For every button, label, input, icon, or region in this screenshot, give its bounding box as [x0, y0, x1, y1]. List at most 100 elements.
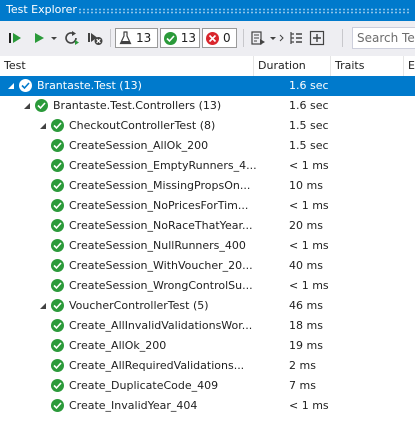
passed-check-icon	[35, 99, 48, 112]
test-duration: 18 ms	[289, 319, 323, 332]
toolbar-separator	[342, 29, 343, 47]
expand-all-icon[interactable]	[308, 28, 326, 48]
test-name: Create_DuplicateCode_409	[69, 379, 219, 392]
column-test[interactable]: Test	[0, 56, 254, 76]
toolbar: 13 13 0 Search Test	[0, 21, 415, 57]
test-row[interactable]: Create_AllRequiredValidations... 2 ms	[0, 356, 415, 376]
test-duration: < 1 ms	[289, 199, 329, 212]
test-name: CreateSession_WithVoucher_20...	[69, 259, 253, 272]
passed-check-icon	[51, 179, 64, 192]
passed-check-icon	[51, 359, 64, 372]
passed-count: 13	[180, 31, 196, 45]
passed-check-icon	[51, 319, 64, 332]
title-bar: Test Explorer	[0, 0, 415, 21]
expand-arrow-icon[interactable]	[23, 102, 31, 110]
test-name: CreateSession_AllOk_200	[69, 139, 209, 152]
test-duration: 40 ms	[289, 259, 323, 272]
test-duration: 1.6 sec	[289, 99, 329, 112]
test-name: CreateSession_NoRaceThatYear...	[69, 219, 253, 232]
passed-check-icon	[51, 299, 64, 312]
search-box[interactable]: Search Test	[352, 27, 415, 49]
test-name: CheckoutControllerTest (8)	[69, 119, 216, 132]
test-group-row[interactable]: VoucherControllerTest (5) 46 ms	[0, 296, 415, 316]
test-row[interactable]: Create_DuplicateCode_409 7 ms	[0, 376, 415, 396]
toolbar-separator	[110, 29, 111, 47]
total-count: 13	[136, 31, 152, 45]
test-row[interactable]: Create_AllInvalidValidationsWor... 18 ms	[0, 316, 415, 336]
total-tests-filter[interactable]: 13	[115, 28, 158, 48]
run-dropdown-icon[interactable]	[49, 28, 59, 48]
test-duration: 10 ms	[289, 179, 323, 192]
test-name: Brantaste.Test (13)	[37, 79, 142, 92]
test-name: Create_AllOk_200	[69, 339, 167, 352]
test-duration: 19 ms	[289, 339, 323, 352]
test-duration: 1.5 sec	[289, 139, 329, 152]
title-bar-grip[interactable]	[78, 8, 411, 14]
test-duration: < 1 ms	[289, 279, 329, 292]
test-group-row[interactable]: Brantaste.Test.Controllers (13) 1.6 sec	[0, 96, 415, 116]
test-row[interactable]: CreateSession_NullRunners_400 < 1 ms	[0, 236, 415, 256]
test-name: VoucherControllerTest (5)	[69, 299, 209, 312]
run-icon[interactable]	[30, 28, 48, 48]
test-row[interactable]: CreateSession_MissingPropsOn... 10 ms	[0, 176, 415, 196]
expand-arrow-icon[interactable]	[39, 302, 47, 310]
test-row[interactable]: CreateSession_AllOk_200 1.5 sec	[0, 136, 415, 156]
test-row[interactable]: Create_InvalidYear_404 < 1 ms	[0, 396, 415, 416]
test-duration: 1.6 sec	[289, 79, 329, 92]
passed-check-icon	[51, 159, 64, 172]
search-input[interactable]: Search Test	[357, 31, 415, 45]
passed-check-icon	[51, 259, 64, 272]
test-name: CreateSession_NullRunners_400	[69, 239, 246, 252]
test-duration: < 1 ms	[289, 159, 329, 172]
test-name: CreateSession_MissingPropsOn...	[69, 179, 251, 192]
flask-icon	[119, 31, 132, 45]
test-group-row[interactable]: CheckoutControllerTest (8) 1.5 sec	[0, 116, 415, 136]
passed-check-icon	[51, 239, 64, 252]
test-name: Create_InvalidYear_404	[69, 399, 198, 412]
cancel-run-icon[interactable]	[86, 28, 104, 48]
passed-check-icon	[51, 379, 64, 392]
test-group-row[interactable]: Brantaste.Test (13) 1.6 sec	[0, 76, 415, 96]
test-tree: Brantaste.Test (13) 1.6 sec Brantaste.Test…	[0, 76, 415, 416]
test-name: Brantaste.Test.Controllers (13)	[53, 99, 222, 112]
test-name: CreateSession_EmptyRunners_4...	[69, 159, 257, 172]
column-traits[interactable]: Traits	[331, 56, 404, 76]
test-row[interactable]: Create_AllOk_200 19 ms	[0, 336, 415, 356]
playlist-dropdown-icon[interactable]	[268, 28, 278, 48]
failed-tests-filter[interactable]: 0	[202, 28, 237, 48]
column-extra[interactable]: E	[404, 56, 415, 76]
test-row[interactable]: CreateSession_WrongControlSu... < 1 ms	[0, 276, 415, 296]
test-name: CreateSession_NoPricesForTim...	[69, 199, 249, 212]
passed-check-icon	[51, 199, 64, 212]
test-row[interactable]: CreateSession_NoRaceThatYear... 20 ms	[0, 216, 415, 236]
test-name: CreateSession_WrongControlSu...	[69, 279, 253, 292]
test-name: Create_AllInvalidValidationsWor...	[69, 319, 253, 332]
passed-check-icon	[51, 399, 64, 412]
test-duration: 7 ms	[289, 379, 316, 392]
run-all-icon[interactable]	[6, 28, 24, 48]
passed-check-icon	[19, 79, 32, 92]
column-duration[interactable]: Duration	[254, 56, 331, 76]
test-duration: < 1 ms	[289, 239, 329, 252]
playlist-icon[interactable]	[249, 28, 267, 48]
passed-tests-filter[interactable]: 13	[160, 28, 200, 48]
toolbar-separator	[243, 29, 244, 47]
repeat-last-run-icon[interactable]	[63, 28, 81, 48]
test-duration: 1.5 sec	[289, 119, 329, 132]
group-by-icon[interactable]	[287, 28, 305, 48]
passed-check-icon	[51, 279, 64, 292]
expand-arrow-icon[interactable]	[39, 122, 47, 130]
test-duration: 2 ms	[289, 359, 316, 372]
test-name: Create_AllRequiredValidations...	[69, 359, 245, 372]
window-title: Test Explorer	[6, 3, 77, 16]
column-header: Test Duration Traits E	[0, 56, 415, 77]
expand-arrow-icon[interactable]	[7, 82, 15, 90]
test-row[interactable]: CreateSession_WithVoucher_20... 40 ms	[0, 256, 415, 276]
passed-check-icon	[51, 339, 64, 352]
test-row[interactable]: CreateSession_NoPricesForTim... < 1 ms	[0, 196, 415, 216]
passed-icon	[164, 31, 177, 45]
test-duration: < 1 ms	[289, 399, 329, 412]
test-duration: 20 ms	[289, 219, 323, 232]
toolbar-more-icon[interactable]	[279, 28, 285, 48]
test-row[interactable]: CreateSession_EmptyRunners_4... < 1 ms	[0, 156, 415, 176]
